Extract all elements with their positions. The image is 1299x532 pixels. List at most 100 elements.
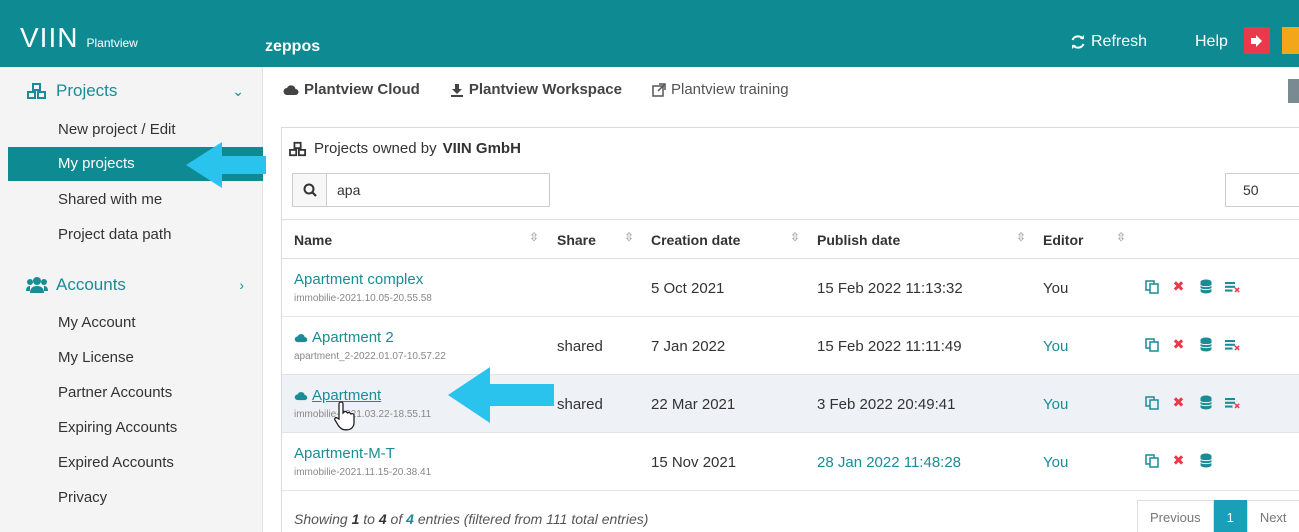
sidebar-item-expiring-accounts[interactable]: Expiring Accounts — [58, 419, 177, 436]
delete-icon[interactable]: ✖ — [1171, 278, 1186, 294]
entries-info-prefix: Showing — [294, 511, 348, 527]
publish-date-cell[interactable]: 28 Jan 2022 11:48:28 — [817, 454, 961, 471]
brand-logo: VIIN — [20, 22, 79, 53]
sidebar-section-accounts[interactable]: Accounts › — [26, 275, 244, 295]
publish-date-cell: 3 Feb 2022 20:49:41 — [817, 396, 956, 413]
editor-cell[interactable]: You — [1043, 454, 1068, 471]
database-icon[interactable] — [1198, 279, 1213, 294]
remove-data-icon[interactable] — [1225, 395, 1240, 410]
sidebar-item-expired-accounts[interactable]: Expired Accounts — [58, 454, 174, 471]
column-header-editor[interactable]: Editor — [1043, 232, 1083, 248]
copy-icon[interactable] — [1144, 279, 1159, 294]
pagination: Previous 1 Next — [1137, 500, 1299, 532]
sidebar-item-project-data-path[interactable]: Project data path — [58, 226, 171, 243]
cubes-icon — [27, 83, 46, 99]
row-actions: ✖ — [1144, 336, 1240, 352]
database-icon[interactable] — [1198, 395, 1213, 410]
brand-subtitle: Plantview — [86, 36, 138, 50]
column-header-publish-date[interactable]: Publish date — [817, 232, 900, 248]
cloud-icon — [294, 391, 308, 400]
refresh-label: Refresh — [1091, 33, 1148, 50]
entries-info: Showing 1 to 4 of 4 entries (filtered fr… — [294, 511, 648, 527]
cloud-icon — [283, 84, 299, 95]
creation-date-cell: 5 Oct 2021 — [651, 280, 725, 297]
delete-icon[interactable]: ✖ — [1171, 394, 1186, 410]
row-actions: ✖ — [1144, 394, 1240, 410]
project-link[interactable]: Apartment complex — [294, 271, 423, 288]
sort-icon[interactable]: ⇳ — [790, 230, 800, 244]
sort-icon[interactable]: ⇳ — [529, 230, 539, 244]
cubes-icon — [289, 141, 306, 156]
sort-icon[interactable]: ⇳ — [1016, 230, 1026, 244]
remove-data-icon[interactable] — [1225, 279, 1240, 294]
help-link[interactable]: Help — [1195, 33, 1228, 51]
row-actions: ✖ — [1144, 278, 1240, 294]
sort-icon[interactable]: ⇳ — [624, 230, 634, 244]
copy-icon[interactable] — [1144, 453, 1159, 468]
copy-icon[interactable] — [1144, 337, 1159, 352]
entries-total: 4 — [406, 511, 414, 527]
table-row-selected[interactable]: Apartment immobilie-2021.03.22-18.55.11 … — [282, 375, 1299, 433]
sidebar-section-projects[interactable]: Projects ⌄ — [26, 81, 244, 101]
editor-cell[interactable]: You — [1043, 396, 1068, 413]
sort-icon[interactable]: ⇳ — [1116, 230, 1126, 244]
share-cell: shared — [557, 396, 603, 413]
table-row[interactable]: Apartment complex immobilie-2021.10.05-2… — [282, 259, 1299, 317]
entries-from: 1 — [351, 511, 360, 527]
column-header-creation-date[interactable]: Creation date — [651, 232, 740, 248]
sidebar-item-shared-with-me[interactable]: Shared with me — [58, 191, 162, 208]
column-header-share[interactable]: Share — [557, 232, 596, 248]
column-header-name[interactable]: Name — [294, 232, 332, 248]
table-row[interactable]: Apartment 2 apartment_2-2022.01.07-10.57… — [282, 317, 1299, 375]
sidebar-accounts-label: Accounts — [56, 275, 126, 294]
project-id: immobilie-2021.10.05-20.55.58 — [294, 293, 432, 304]
app-title: zeppos — [265, 38, 321, 55]
project-link[interactable]: Apartment 2 — [294, 329, 394, 346]
copy-icon[interactable] — [1144, 395, 1159, 410]
editor-cell: You — [1043, 280, 1069, 297]
next-page-button[interactable]: Next — [1246, 500, 1299, 532]
search-input[interactable] — [327, 174, 549, 206]
database-icon[interactable] — [1198, 453, 1213, 468]
delete-icon[interactable]: ✖ — [1171, 452, 1186, 468]
project-id: immobilie-2021.03.22-18.55.11 — [294, 409, 432, 420]
project-link[interactable]: Apartment-M-T — [294, 445, 395, 462]
top-bar: VIIN Plantview zeppos Refresh Help — [0, 0, 1299, 67]
sidebar-item-privacy[interactable]: Privacy — [58, 489, 107, 506]
hand-cursor-icon — [334, 401, 355, 431]
search-button[interactable] — [293, 174, 327, 206]
page-size-select[interactable]: 50 — [1225, 173, 1299, 207]
publish-date-cell: 15 Feb 2022 11:13:32 — [817, 280, 963, 297]
chevron-right-icon: › — [239, 277, 244, 293]
previous-page-button[interactable]: Previous — [1137, 500, 1214, 532]
tab-bar: Plantview Cloud Plantview Workspace Plan… — [283, 81, 789, 98]
table-row[interactable]: Apartment-M-T immobilie-2021.11.15-20.38… — [282, 433, 1299, 491]
sidebar-item-new-project[interactable]: New project / Edit — [58, 121, 176, 138]
tab-label: Plantview Cloud — [304, 81, 420, 98]
chevron-down-icon: ⌄ — [232, 82, 244, 99]
editor-cell[interactable]: You — [1043, 338, 1068, 355]
extra-button[interactable] — [1282, 27, 1299, 54]
sidebar-item-my-account[interactable]: My Account — [58, 314, 136, 331]
table-header: Name ⇳ Share ⇳ Creation date ⇳ Publish d… — [282, 219, 1299, 259]
sidebar-item-my-license[interactable]: My License — [58, 349, 134, 366]
entries-to: 4 — [378, 511, 387, 527]
row-actions: ✖ — [1144, 452, 1213, 468]
panel-title: Projects owned by VIIN GmbH — [288, 140, 521, 157]
refresh-button[interactable]: Refresh — [1070, 33, 1147, 51]
search-box — [292, 173, 550, 207]
remove-data-icon[interactable] — [1225, 337, 1240, 352]
delete-icon[interactable]: ✖ — [1171, 336, 1186, 352]
creation-date-cell: 15 Nov 2021 — [651, 454, 737, 471]
download-icon — [450, 83, 463, 97]
tab-plantview-workspace[interactable]: Plantview Workspace — [450, 81, 622, 98]
tab-plantview-training[interactable]: Plantview training — [652, 81, 789, 98]
sidebar-item-partner-accounts[interactable]: Partner Accounts — [58, 384, 172, 401]
entries-of-word: of — [390, 511, 403, 527]
toolbar-edge-button[interactable] — [1288, 79, 1299, 103]
database-icon[interactable] — [1198, 337, 1213, 352]
tab-plantview-cloud[interactable]: Plantview Cloud — [283, 81, 420, 98]
brand[interactable]: VIIN Plantview — [20, 24, 138, 52]
page-button-1[interactable]: 1 — [1213, 500, 1247, 532]
logout-button[interactable] — [1244, 27, 1270, 54]
